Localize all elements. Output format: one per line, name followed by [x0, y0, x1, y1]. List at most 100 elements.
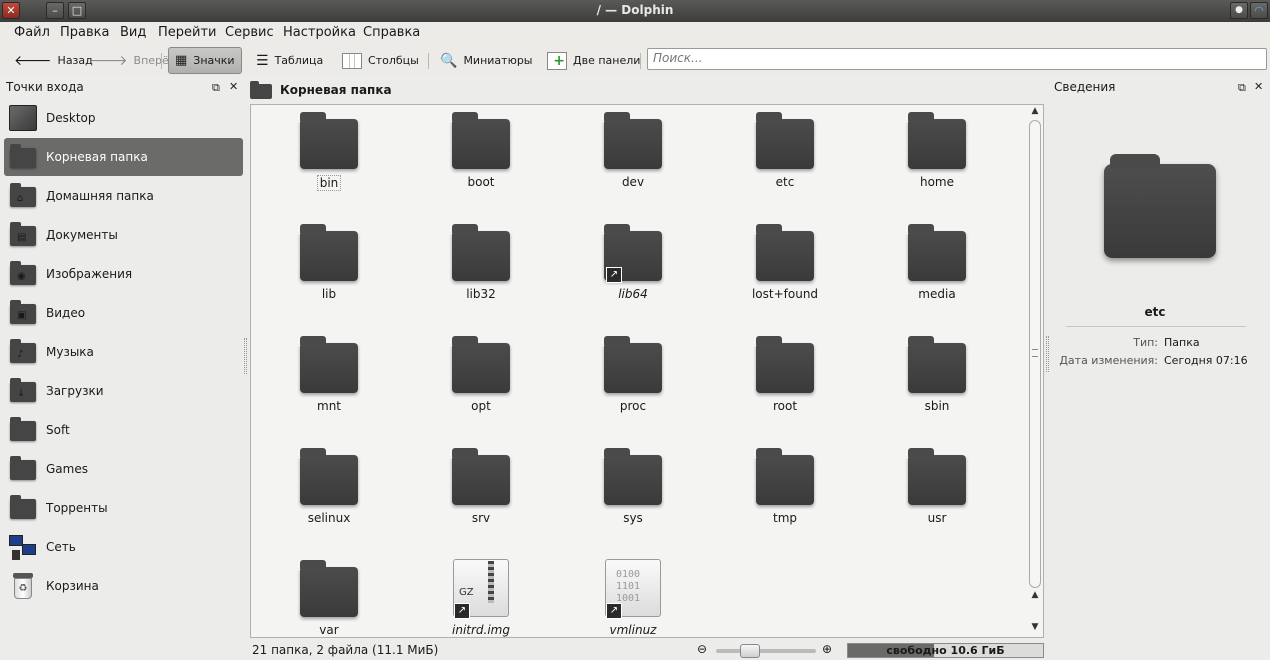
places-item-pictures[interactable]: ◉ Изображения [4, 255, 243, 293]
folder-item[interactable]: proc [578, 335, 688, 413]
breadcrumb-label: Корневая папка [280, 83, 392, 97]
folder-item[interactable]: tmp [730, 447, 840, 525]
folder-item[interactable]: var [274, 559, 384, 637]
close-panel-icon[interactable]: ✕ [229, 80, 238, 93]
file-name: opt [471, 399, 491, 413]
search-input[interactable]: Поиск... [647, 48, 1267, 70]
file-view[interactable]: bin boot dev etc home lib lib32 ↗ lib64 … [250, 104, 1044, 638]
places-item-trash[interactable]: ♻ Корзина [4, 567, 243, 605]
file-item[interactable]: GZ ↗ initrd.img [426, 559, 536, 637]
folder-icon [756, 111, 814, 169]
grid-icon: ▦ [175, 53, 188, 68]
folder-icon [300, 223, 358, 281]
folder-item[interactable]: lib32 [426, 223, 536, 301]
columns-view-button[interactable]: Столбцы [336, 47, 425, 74]
scroll-down-arrow[interactable]: ▼ [1029, 622, 1041, 634]
menu-view[interactable]: Вид [120, 25, 146, 40]
places-item-games[interactable]: Games [4, 450, 243, 488]
places-item-music[interactable]: ♪ Музыка [4, 333, 243, 371]
places-item-home[interactable]: ⌂ Домашняя папка [4, 177, 243, 215]
places-item-label: Desktop [46, 111, 96, 125]
folder-item[interactable]: lib [274, 223, 384, 301]
folder-item[interactable]: srv [426, 447, 536, 525]
folder-item[interactable]: mnt [274, 335, 384, 413]
folder-item[interactable]: etc [730, 111, 840, 189]
folder-item[interactable]: home [882, 111, 992, 189]
places-item-label: Документы [46, 228, 118, 242]
zoom-in-icon[interactable]: ⊕ [822, 642, 832, 656]
places-item-torrents[interactable]: Торренты [4, 489, 243, 527]
scrollbar-thumb[interactable] [1029, 120, 1041, 588]
zoom-slider-handle[interactable] [740, 644, 760, 658]
folder-item[interactable]: sys [578, 447, 688, 525]
places-splitter-handle[interactable] [244, 338, 247, 374]
folder-item[interactable]: media [882, 223, 992, 301]
arrow-right-icon: 🡒 [90, 53, 128, 69]
window-menu-button[interactable]: ● [1230, 2, 1248, 19]
places-item-label: Сеть [46, 540, 76, 554]
places-item-label: Корневая папка [46, 150, 148, 164]
music-folder-icon: ♪ [8, 337, 38, 367]
toolbar-separator [161, 53, 162, 69]
file-name: etc [775, 175, 795, 189]
toolbar-separator [640, 53, 641, 69]
scroll-up-arrow[interactable]: ▲ [1029, 590, 1041, 602]
vertical-scrollbar[interactable]: ▲ ▲ ▼ [1027, 106, 1043, 636]
file-name: dev [621, 175, 645, 189]
places-item-label: Видео [46, 306, 86, 320]
folder-item[interactable]: bin [274, 111, 384, 191]
icons-view-button[interactable]: ▦ Значки [168, 47, 242, 74]
keep-above-button[interactable]: ◠ [1250, 2, 1268, 19]
file-name: boot [467, 175, 495, 189]
folder-icon [300, 559, 358, 617]
split-view-button[interactable]: + Две панели [541, 47, 646, 74]
folder-icon [604, 335, 662, 393]
file-name: tmp [772, 511, 797, 525]
folder-item[interactable]: root [730, 335, 840, 413]
folder-item[interactable]: sbin [882, 335, 992, 413]
close-panel-icon[interactable]: ✕ [1254, 80, 1263, 93]
menu-help[interactable]: Справка [363, 25, 420, 40]
folder-icon [604, 447, 662, 505]
places-item-label: Загрузки [46, 384, 104, 398]
menu-edit[interactable]: Правка [60, 25, 109, 40]
folder-icon [452, 111, 510, 169]
zoom-slider[interactable] [716, 644, 816, 658]
places-item-videos[interactable]: ▣ Видео [4, 294, 243, 332]
folder-item[interactable]: lost+found [730, 223, 840, 301]
file-item[interactable]: 0100 1101 1001 ↗ vmlinuz [578, 559, 688, 637]
menu-settings[interactable]: Настройка [283, 25, 356, 40]
file-name: initrd.img [452, 623, 510, 637]
places-item-documents[interactable]: ▤ Документы [4, 216, 243, 254]
scroll-up-arrow[interactable]: ▲ [1029, 106, 1041, 118]
file-name: lost+found [751, 287, 819, 301]
places-item-downloads[interactable]: ↓ Загрузки [4, 372, 243, 410]
detach-panel-icon[interactable]: ⧉ [212, 81, 220, 95]
zoom-out-icon[interactable]: ⊖ [697, 642, 707, 656]
menu-go[interactable]: Перейти [158, 25, 217, 40]
menu-tools[interactable]: Сервис [225, 25, 274, 40]
places-item-root[interactable]: Корневая папка [4, 138, 243, 176]
folder-icon [452, 335, 510, 393]
info-splitter-handle[interactable] [1046, 336, 1049, 372]
free-space-label: свободно 10.6 ГиБ [886, 644, 1005, 657]
list-icon: ☰ [256, 52, 269, 69]
folder-icon [908, 335, 966, 393]
file-name: sys [623, 511, 643, 525]
breadcrumb[interactable]: Корневая папка [250, 78, 392, 102]
places-item-desktop[interactable]: Desktop [4, 99, 243, 137]
places-item-network[interactable]: Сеть [4, 528, 243, 566]
table-view-button[interactable]: ☰ Таблица [250, 47, 329, 74]
folder-icon [452, 223, 510, 281]
folder-item[interactable]: usr [882, 447, 992, 525]
folder-item[interactable]: dev [578, 111, 688, 189]
folder-item[interactable]: ↗ lib64 [578, 223, 688, 301]
places-item-label: Soft [46, 423, 70, 437]
menu-file[interactable]: Файл [14, 25, 50, 40]
thumbnails-button[interactable]: 🔍 Миниатюры [434, 47, 539, 74]
folder-item[interactable]: selinux [274, 447, 384, 525]
detach-panel-icon[interactable]: ⧉ [1238, 81, 1246, 95]
folder-item[interactable]: boot [426, 111, 536, 189]
places-item-soft[interactable]: Soft [4, 411, 243, 449]
folder-item[interactable]: opt [426, 335, 536, 413]
